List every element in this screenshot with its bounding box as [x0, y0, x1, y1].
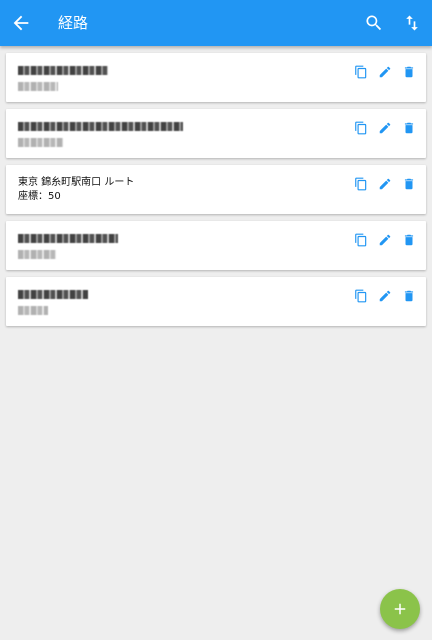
add-icon [394, 603, 406, 615]
route-text [18, 288, 338, 320]
route-list: 東京 錦糸町駅南口 ルート 座標：50 [6, 53, 426, 333]
route-text: 東京 錦糸町駅南口 ルート 座標：50 [18, 176, 338, 204]
route-coords [18, 80, 338, 96]
arrow-back-icon[interactable] [10, 12, 32, 34]
edit-icon[interactable] [378, 177, 392, 191]
search-icon[interactable] [364, 13, 384, 33]
sort-icon[interactable] [402, 13, 422, 33]
edit-icon[interactable] [378, 289, 392, 303]
redacted-route-name [18, 66, 108, 75]
page-title: 経路 [58, 14, 89, 32]
route-name [18, 232, 338, 248]
copy-icon[interactable] [354, 177, 368, 191]
route-card[interactable] [6, 221, 426, 270]
edit-icon[interactable] [378, 233, 392, 247]
redacted-route-name [18, 234, 118, 243]
route-coords [18, 248, 338, 264]
route-name [18, 120, 338, 136]
route-coords [18, 136, 338, 152]
delete-icon[interactable] [402, 121, 416, 135]
edit-icon[interactable] [378, 65, 392, 79]
redacted-route-coords [18, 306, 48, 315]
route-text [18, 64, 338, 96]
redacted-route-name [18, 290, 88, 299]
delete-icon[interactable] [402, 289, 416, 303]
copy-icon[interactable] [354, 65, 368, 79]
redacted-route-coords [18, 82, 58, 91]
redacted-route-name [18, 122, 183, 131]
route-text [18, 232, 338, 264]
edit-icon[interactable] [378, 121, 392, 135]
delete-icon[interactable] [402, 233, 416, 247]
app-bar: 経路 [0, 0, 432, 46]
route-name [18, 64, 338, 80]
copy-icon[interactable] [354, 289, 368, 303]
route-card[interactable] [6, 53, 426, 102]
copy-icon[interactable] [354, 121, 368, 135]
route-text [18, 120, 338, 152]
route-coords [18, 304, 338, 320]
add-route-button[interactable] [380, 589, 420, 629]
delete-icon[interactable] [402, 177, 416, 191]
redacted-route-coords [18, 138, 63, 147]
route-name [18, 288, 338, 304]
delete-icon[interactable] [402, 65, 416, 79]
redacted-route-coords [18, 250, 56, 259]
route-card[interactable] [6, 109, 426, 158]
copy-icon[interactable] [354, 233, 368, 247]
route-coords: 座標：50 [18, 191, 61, 202]
route-card[interactable] [6, 277, 426, 326]
route-name: 東京 錦糸町駅南口 ルート [18, 177, 135, 188]
route-card[interactable]: 東京 錦糸町駅南口 ルート 座標：50 [6, 165, 426, 214]
